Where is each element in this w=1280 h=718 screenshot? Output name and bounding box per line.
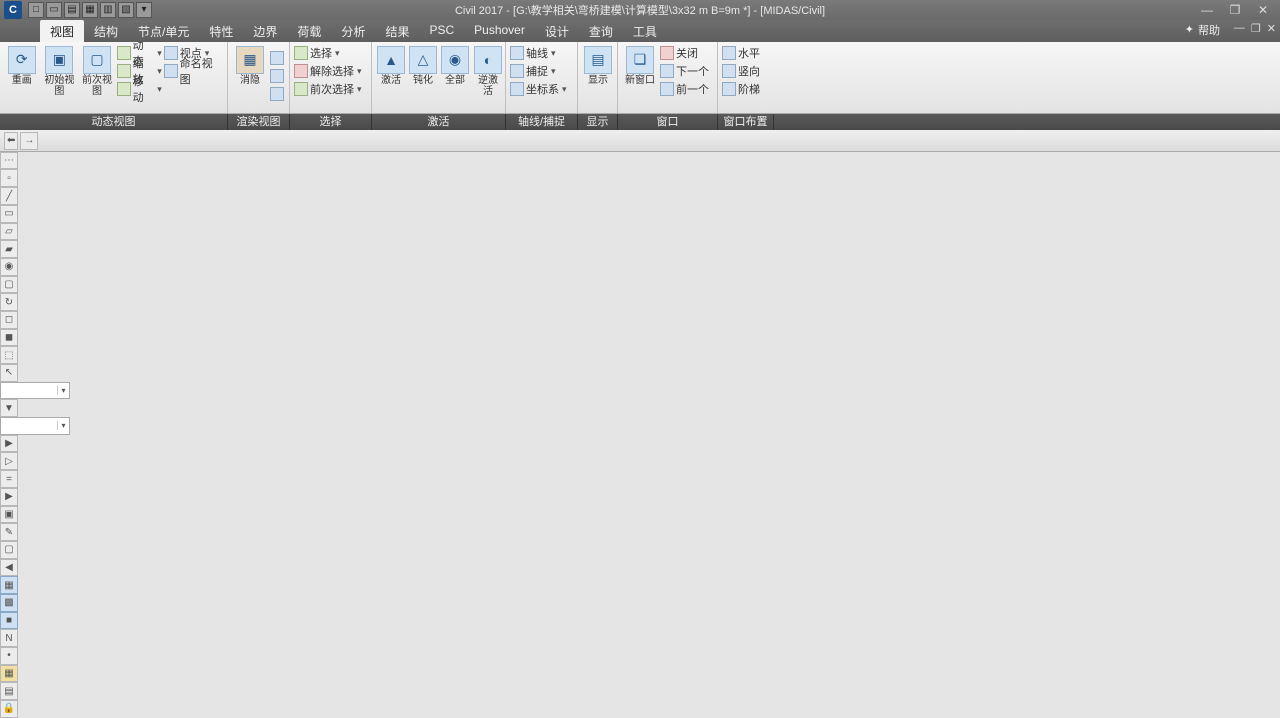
minimize-button[interactable]: — (1196, 3, 1218, 17)
tb-combo-2[interactable]: ▾ (0, 417, 70, 435)
qat-print[interactable]: ▥ (100, 2, 116, 18)
tb-play4[interactable]: ▣ (0, 506, 18, 524)
tb-btn5[interactable]: ▰ (0, 240, 18, 258)
btn-snap[interactable]: 捕捉▾ (510, 63, 567, 80)
btn-prev-win[interactable]: 前一个 (660, 81, 709, 98)
qat-more[interactable]: ▾ (136, 2, 152, 18)
tb-filter[interactable]: ▼ (0, 399, 18, 417)
ribbon: ⟳重画 ▣初始视图 ▢前次视图 动态▾ 缩放▾ 移动▾ 视点▾ 命名视图 ▦消隐 (0, 42, 1280, 115)
tab-query[interactable]: 查询 (579, 20, 623, 42)
tab-analysis[interactable]: 分析 (331, 20, 375, 42)
tb-gray1[interactable]: ▤ (0, 682, 18, 700)
tab-design[interactable]: 设计 (535, 20, 579, 42)
btn-next-win[interactable]: 下一个 (660, 63, 709, 80)
tb-btn9[interactable]: ◻ (0, 311, 18, 329)
tb-btn3[interactable]: ▭ (0, 205, 18, 223)
qat-save[interactable]: ▤ (64, 2, 80, 18)
tab-psc[interactable]: PSC (419, 20, 464, 42)
tb-btn11[interactable]: ⬚ (0, 346, 18, 364)
tb-btn7[interactable]: ▢ (0, 276, 18, 294)
tab-result[interactable]: 结果 (375, 20, 419, 42)
tb-shade3[interactable]: ■ (0, 612, 18, 630)
secondary-toolbar: ⬅ → (0, 130, 1280, 152)
mdi-restore[interactable]: ❐ (1251, 22, 1261, 35)
quick-access-toolbar: □ ▭ ▤ ▦ ▥ ▧ ▾ (28, 2, 152, 18)
tb-eq[interactable]: = (0, 470, 18, 488)
tab-tools[interactable]: 工具 (623, 20, 667, 42)
tb-undo[interactable]: ⬅ (4, 132, 18, 150)
btn-new-window[interactable]: ❏新窗口 (622, 44, 658, 88)
tab-boundary[interactable]: 边界 (243, 20, 287, 42)
btn-hidden[interactable]: ▦消隐 (232, 44, 268, 88)
titlebar: C □ ▭ ▤ ▦ ▥ ▧ ▾ Civil 2017 - [G:\教学相关\弯桥… (0, 0, 1280, 20)
help-button[interactable]: ✦帮助 (1185, 22, 1220, 38)
ribbon-tabs: 视图 结构 节点/单元 特性 边界 荷载 分析 结果 PSC Pushover … (0, 20, 1280, 42)
qat-undo[interactable]: ▦ (82, 2, 98, 18)
btn-activate[interactable]: ▲激活 (376, 44, 406, 88)
mdi-minimize[interactable]: — (1234, 22, 1245, 35)
tb-shade1[interactable]: ▦ (0, 576, 18, 594)
tb-cursor[interactable]: ↖ (0, 364, 18, 382)
btn-render-3[interactable] (270, 86, 284, 103)
app-icon[interactable]: C (4, 1, 22, 19)
tab-view[interactable]: 视图 (40, 20, 84, 42)
tb-combo-1[interactable]: ▾ (0, 382, 70, 400)
tb-lock[interactable]: 🔒 (0, 700, 18, 718)
tb-node[interactable]: ▫ (0, 169, 18, 187)
tb-yellow[interactable]: ▦ (0, 665, 18, 683)
btn-horiz[interactable]: 水平 (722, 45, 760, 62)
window-title: Civil 2017 - [G:\教学相关\弯桥建模\计算模型\3x32 m B… (0, 2, 1280, 18)
qat-open[interactable]: ▭ (46, 2, 62, 18)
tb-play3[interactable]: ▶ (0, 488, 18, 506)
tb-btn8[interactable]: ↻ (0, 293, 18, 311)
maximize-button[interactable]: ❐ (1224, 3, 1246, 17)
btn-invert[interactable]: ◐逆激活 (472, 44, 504, 99)
btn-move[interactable]: 移动▾ (117, 81, 162, 98)
btn-redraw[interactable]: ⟳重画 (4, 44, 40, 88)
btn-cascade[interactable]: 阶梯 (722, 81, 760, 98)
tb-play1[interactable]: ▶ (0, 435, 18, 453)
qat-new[interactable]: □ (28, 2, 44, 18)
tb-shade2[interactable]: ▩ (0, 594, 18, 612)
tb-dot[interactable]: • (0, 647, 18, 665)
btn-all[interactable]: ◉全部 (440, 44, 470, 88)
tab-load[interactable]: 荷载 (287, 20, 331, 42)
btn-select[interactable]: 选择▾ (294, 45, 362, 62)
qat-print2[interactable]: ▧ (118, 2, 134, 18)
btn-blank (164, 81, 223, 98)
tab-pushover[interactable]: Pushover (464, 20, 535, 42)
btn-coord[interactable]: 坐标系▾ (510, 81, 567, 98)
btn-blunt[interactable]: △钝化 (408, 44, 438, 88)
btn-render-2[interactable] (270, 68, 284, 85)
btn-vert[interactable]: 竖向 (722, 63, 760, 80)
tab-property[interactable]: 特性 (199, 20, 243, 42)
btn-display[interactable]: ▤显示 (582, 44, 614, 88)
tab-structure[interactable]: 结构 (84, 20, 128, 42)
tb-btn6[interactable]: ◉ (0, 258, 18, 276)
close-button[interactable]: ✕ (1252, 3, 1274, 17)
ribbon-group-labels: 动态视图 渲染视图 选择 激活 轴线/捕捉 显示 窗口 窗口布置 (0, 114, 1280, 130)
btn-named-view[interactable]: 命名视图 (164, 63, 223, 80)
tb-edit[interactable]: ✎ (0, 523, 18, 541)
tb-dash[interactable]: ⋯ (0, 152, 18, 170)
btn-initial-view[interactable]: ▣初始视图 (42, 44, 78, 99)
tb-left[interactable]: ◀ (0, 559, 18, 577)
tb-play2[interactable]: ▷ (0, 452, 18, 470)
mdi-close[interactable]: ✕ (1267, 22, 1276, 35)
btn-close-win[interactable]: 关闭 (660, 45, 709, 62)
btn-prev-select[interactable]: 前次选择▾ (294, 81, 362, 98)
tb-frame[interactable]: ▢ (0, 541, 18, 559)
tb-redo[interactable]: → (20, 132, 38, 150)
btn-prev-view[interactable]: ▢前次视图 (79, 44, 115, 99)
tb-btn10[interactable]: ◼ (0, 329, 18, 347)
tb-btn4[interactable]: ▱ (0, 223, 18, 241)
btn-axis[interactable]: 轴线▾ (510, 45, 567, 62)
btn-render-1[interactable] (270, 50, 284, 67)
tb-n[interactable]: N (0, 629, 18, 647)
btn-unselect[interactable]: 解除选择▾ (294, 63, 362, 80)
tab-node-element[interactable]: 节点/单元 (128, 20, 199, 42)
tb-elem[interactable]: ╱ (0, 187, 18, 205)
